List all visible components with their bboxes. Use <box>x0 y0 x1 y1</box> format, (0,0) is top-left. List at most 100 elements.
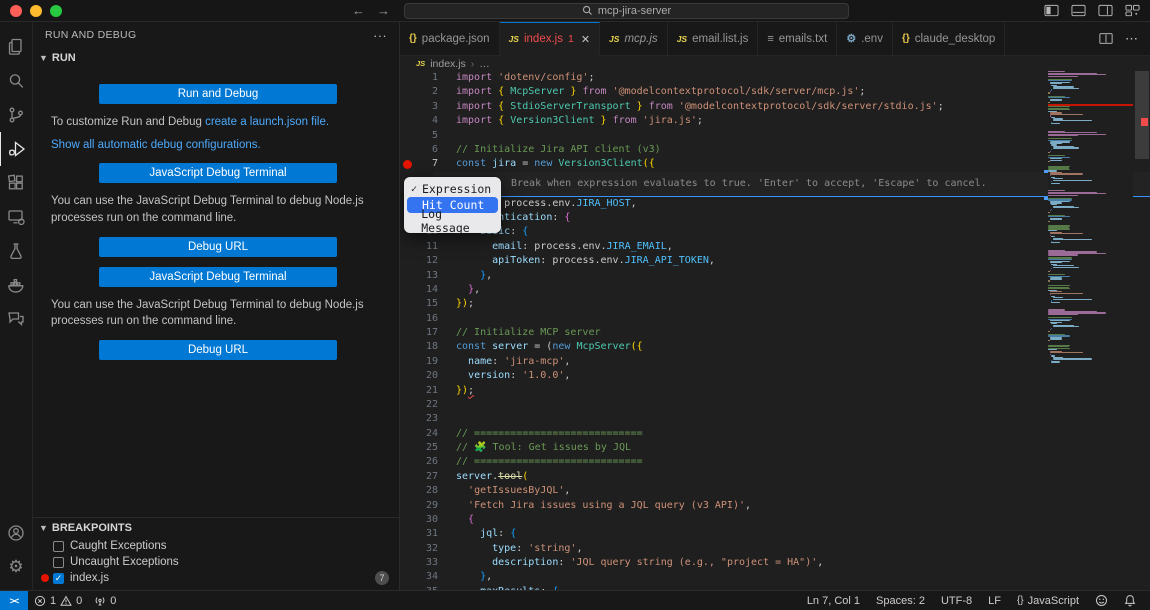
code-line-17[interactable]: 17// Initialize MCP server <box>400 326 1150 340</box>
explorer-icon[interactable] <box>0 30 33 64</box>
breakpoint-gutter[interactable] <box>400 157 414 171</box>
code-line-20[interactable]: 20 version: '1.0.0', <box>400 369 1150 383</box>
tab-.env[interactable]: ⚙.env <box>837 22 893 55</box>
history-back-button[interactable]: ← <box>352 3 365 18</box>
code-line-33[interactable]: 33 description: 'JQL query string (e.g.,… <box>400 556 1150 570</box>
debug-url-button[interactable]: Debug URL <box>99 237 337 257</box>
code-line-21[interactable]: 21}); <box>400 384 1150 398</box>
code-line-19[interactable]: 19 name: 'jira-mcp', <box>400 355 1150 369</box>
toggle-secondary-sidebar-icon[interactable] <box>1098 4 1113 17</box>
breakpoint-gutter[interactable] <box>400 427 414 441</box>
testing-icon[interactable] <box>0 234 33 268</box>
command-center[interactable]: mcp-jira-server <box>404 3 849 19</box>
run-and-debug-button[interactable]: Run and Debug <box>99 84 337 104</box>
editor-scrollbar[interactable] <box>1133 71 1150 590</box>
tab-emails.txt[interactable]: ≡emails.txt <box>758 22 837 55</box>
code-line-18[interactable]: 18const server = (new McpServer({ <box>400 340 1150 354</box>
minimap[interactable] <box>1048 71 1133 590</box>
create-launch-json-link[interactable]: create a launch.json file. <box>205 116 329 128</box>
split-editor-icon[interactable] <box>1099 32 1113 45</box>
code-line-12[interactable]: 12 apiToken: process.env.JIRA_API_TOKEN, <box>400 254 1150 268</box>
js-debug-terminal-button[interactable]: JavaScript Debug Terminal <box>99 163 337 183</box>
code-line-27[interactable]: 27server.tool( <box>400 470 1150 484</box>
docker-icon[interactable] <box>0 268 33 302</box>
breakpoint-gutter[interactable] <box>400 412 414 426</box>
scrollbar-slider[interactable] <box>1135 71 1149 159</box>
source-control-icon[interactable] <box>0 98 33 132</box>
code-line-26[interactable]: 26// ============================ <box>400 455 1150 469</box>
code-line-13[interactable]: 13 }, <box>400 269 1150 283</box>
breakpoint-gutter[interactable] <box>400 527 414 541</box>
breakpoint-gutter[interactable] <box>400 441 414 455</box>
breakpoint-gutter[interactable] <box>400 114 414 128</box>
status-javascript[interactable]: {}JavaScript <box>1009 591 1087 610</box>
breakpoints-section-header[interactable]: ▼ BREAKPOINTS <box>33 518 399 538</box>
breakpoint-gutter[interactable] <box>400 355 414 369</box>
code-line-3[interactable]: 3import { StdioServerTransport } from '@… <box>400 100 1150 114</box>
close-window-button[interactable] <box>10 5 22 17</box>
tab-index.js[interactable]: JSindex.js1✕ <box>500 22 600 56</box>
breakpoint-gutter[interactable] <box>400 85 414 99</box>
breakpoint-gutter[interactable] <box>400 455 414 469</box>
breakpoint-gutter[interactable] <box>400 369 414 383</box>
code-line-16[interactable]: 16 <box>400 312 1150 326</box>
code-line-24[interactable]: 24// ============================ <box>400 427 1150 441</box>
breakpoint-gutter[interactable] <box>400 326 414 340</box>
status-ln-7-col-1[interactable]: Ln 7, Col 1 <box>799 591 868 610</box>
breakpoint-gutter[interactable] <box>400 570 414 584</box>
breakpoint-gutter[interactable] <box>400 129 414 143</box>
views-more-actions-icon[interactable]: ··· <box>373 28 387 43</box>
breakpoint-gutter[interactable] <box>400 240 414 254</box>
code-line-23[interactable]: 23 <box>400 412 1150 426</box>
breakpoint-row[interactable]: Uncaught Exceptions <box>33 554 399 570</box>
menu-item-log-message[interactable]: Log Message <box>407 213 498 229</box>
toggle-sidebar-icon[interactable] <box>1044 4 1059 17</box>
tab-email.list.js[interactable]: JSemail.list.js <box>668 22 759 55</box>
toggle-panel-icon[interactable] <box>1071 4 1086 17</box>
code-line-8[interactable]: 8 host: process.env.JIRA_HOST, <box>400 197 1150 211</box>
code-line-5[interactable]: 5 <box>400 129 1150 143</box>
breakpoint-gutter[interactable] <box>400 269 414 283</box>
code-line-29[interactable]: 29 'Fetch Jira issues using a JQL query … <box>400 499 1150 513</box>
breakpoint-gutter[interactable] <box>400 484 414 498</box>
remote-indicator[interactable]: >< <box>0 591 28 610</box>
code-line-10[interactable]: 10 basic: { <box>400 225 1150 239</box>
breakpoint-row[interactable]: ✓index.js7 <box>33 570 399 586</box>
close-tab-icon[interactable]: ✕ <box>581 33 590 46</box>
ports-status[interactable]: 0 <box>88 591 122 610</box>
breakpoint-checkbox[interactable] <box>53 557 64 568</box>
breakpoint-gutter[interactable] <box>400 297 414 311</box>
code-line-25[interactable]: 25// 🧩 Tool: Get issues by JQL <box>400 441 1150 455</box>
run-section-header[interactable]: ▼ RUN <box>33 48 399 68</box>
breakpoint-condition-widget[interactable]: Break when expression evaluates to true.… <box>433 172 1150 197</box>
show-debug-configs-link[interactable]: Show all automatic debug configurations. <box>51 139 261 151</box>
breakpoint-gutter[interactable] <box>400 71 414 85</box>
breakpoint-gutter[interactable] <box>400 340 414 354</box>
settings-gear-icon[interactable]: ⚙ <box>0 550 33 584</box>
breakpoint-gutter[interactable] <box>400 384 414 398</box>
customize-layout-icon[interactable] <box>1125 4 1140 17</box>
problems-status[interactable]: 1 0 <box>28 591 88 610</box>
code-line-9[interactable]: 9 authentication: { <box>400 211 1150 225</box>
status-spaces-2[interactable]: Spaces: 2 <box>868 591 933 610</box>
status-feedback[interactable] <box>1087 591 1116 610</box>
breadcrumb-file[interactable]: index.js <box>430 58 466 70</box>
code-line-1[interactable]: 1import 'dotenv/config'; <box>400 71 1150 85</box>
run-debug-icon[interactable] <box>0 132 33 166</box>
code-line-2[interactable]: 2import { McpServer } from '@modelcontex… <box>400 85 1150 99</box>
breakpoint-gutter[interactable] <box>400 542 414 556</box>
tab-claude_desktop[interactable]: {}claude_desktop <box>893 22 1005 55</box>
history-forward-button[interactable]: → <box>377 3 390 18</box>
js-debug-terminal-button-2[interactable]: JavaScript Debug Terminal <box>99 267 337 287</box>
code-line-4[interactable]: 4import { Version3Client } from 'jira.js… <box>400 114 1150 128</box>
extensions-icon[interactable] <box>0 166 33 200</box>
tab-package.json[interactable]: {}package.json <box>400 22 500 55</box>
breakpoint-row[interactable]: Caught Exceptions <box>33 538 399 554</box>
breakpoint-checkbox[interactable]: ✓ <box>53 573 64 584</box>
breakpoint-gutter[interactable] <box>400 100 414 114</box>
search-icon[interactable] <box>0 64 33 98</box>
breakpoint-gutter[interactable] <box>400 398 414 412</box>
code-line-30[interactable]: 30 { <box>400 513 1150 527</box>
code-line-31[interactable]: 31 jql: { <box>400 527 1150 541</box>
code-line-15[interactable]: 15}); <box>400 297 1150 311</box>
